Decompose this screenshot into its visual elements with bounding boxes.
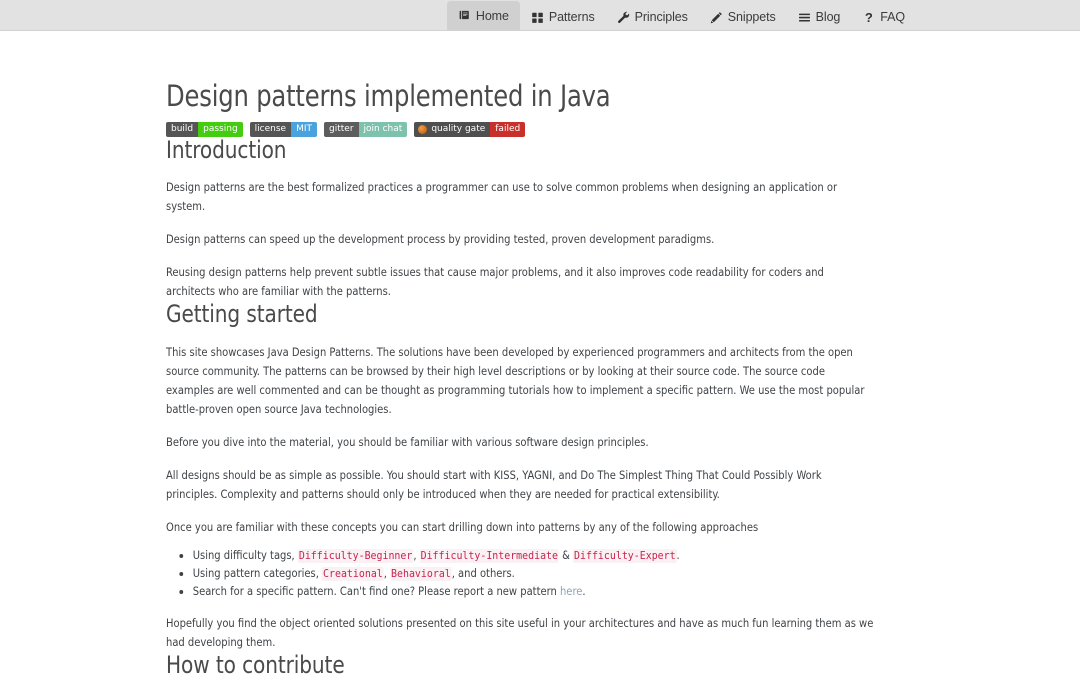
quality-gate-badge-right: failed bbox=[490, 121, 526, 137]
approaches-list: Using difficulty tags, Difficulty-Beginn… bbox=[166, 547, 875, 600]
quality-gate-badge[interactable]: quality gate failed bbox=[414, 121, 526, 137]
book-icon bbox=[458, 9, 471, 22]
page-title: Design patterns implemented in Java bbox=[166, 79, 611, 113]
bars-icon bbox=[798, 11, 811, 24]
nav-item-principles[interactable]: Principles bbox=[606, 4, 699, 30]
list-item-pattern-categories: Using pattern categories, Creational, Be… bbox=[193, 565, 875, 583]
wrench-icon bbox=[617, 11, 630, 24]
difficulty-suffix: . bbox=[676, 548, 680, 563]
getting-started-paragraph-1: This site showcases Java Design Patterns… bbox=[166, 345, 865, 417]
sonar-icon bbox=[418, 124, 428, 134]
grid-icon bbox=[531, 11, 544, 24]
nav-item-patterns[interactable]: Patterns bbox=[520, 4, 606, 30]
heading-getting-started: Getting started bbox=[166, 300, 318, 329]
badge-row: build passing license MIT gitter join ch… bbox=[166, 121, 908, 137]
heading-introduction: Introduction bbox=[166, 135, 287, 164]
content-column: Design patterns implemented in Java buil… bbox=[166, 31, 908, 680]
intro-paragraph-3: Reusing design patterns help prevent sub… bbox=[166, 265, 824, 299]
pencil-icon bbox=[710, 11, 723, 24]
nav-item-faq-label: FAQ bbox=[880, 10, 905, 24]
nav-item-principles-label: Principles bbox=[634, 10, 688, 24]
list-item-difficulty-tags: Using difficulty tags, Difficulty-Beginn… bbox=[193, 547, 875, 565]
nav-item-snippets-label: Snippets bbox=[727, 10, 776, 24]
quality-gate-badge-left-label: quality gate bbox=[431, 123, 486, 134]
tag-behavioral[interactable]: Behavioral bbox=[390, 567, 452, 582]
search-suffix: . bbox=[582, 584, 586, 599]
gitter-badge-right: join chat bbox=[358, 121, 408, 137]
nav-item-blog[interactable]: Blog bbox=[787, 4, 852, 30]
build-badge-left: build bbox=[166, 121, 199, 137]
nav-item-home[interactable]: Home bbox=[446, 1, 520, 30]
main-nav: Home Patterns Principles Snippets Blog ?… bbox=[446, 0, 916, 30]
license-badge[interactable]: license MIT bbox=[249, 121, 318, 137]
intro-paragraph-2: Design patterns can speed up the develop… bbox=[166, 232, 715, 247]
nav-item-blog-label: Blog bbox=[815, 10, 841, 24]
difficulty-sep-1: , bbox=[413, 548, 417, 563]
license-badge-right: MIT bbox=[291, 121, 318, 137]
build-badge[interactable]: build passing bbox=[166, 121, 243, 137]
gitter-badge[interactable]: gitter join chat bbox=[324, 121, 408, 137]
categories-sep-1: , bbox=[383, 566, 387, 581]
categories-prefix: Using pattern categories, bbox=[192, 566, 319, 581]
tag-difficulty-beginner[interactable]: Difficulty-Beginner bbox=[297, 549, 414, 564]
search-prefix: Search for a specific pattern. Can't fin… bbox=[192, 584, 557, 599]
heading-how-to-contribute: How to contribute bbox=[166, 651, 345, 680]
nav-item-patterns-label: Patterns bbox=[548, 10, 595, 24]
license-badge-left: license bbox=[249, 121, 292, 137]
closing-paragraph: Hopefully you find the object oriented s… bbox=[166, 616, 874, 650]
report-pattern-link[interactable]: here bbox=[560, 584, 582, 598]
tag-difficulty-expert[interactable]: Difficulty-Expert bbox=[573, 549, 677, 564]
nav-item-snippets[interactable]: Snippets bbox=[699, 4, 787, 30]
page-body: Design patterns implemented in Java buil… bbox=[0, 31, 1080, 680]
list-item-search: Search for a specific pattern. Can't fin… bbox=[193, 583, 875, 600]
tag-difficulty-intermediate[interactable]: Difficulty-Intermediate bbox=[419, 549, 559, 564]
difficulty-prefix: Using difficulty tags, bbox=[192, 548, 295, 563]
nav-item-faq[interactable]: ? FAQ bbox=[851, 4, 916, 30]
getting-started-paragraph-2: Before you dive into the material, you s… bbox=[166, 435, 649, 450]
quality-gate-badge-left: quality gate bbox=[414, 121, 491, 137]
question-icon: ? bbox=[864, 9, 873, 25]
top-navigation-bar: Home Patterns Principles Snippets Blog ?… bbox=[0, 0, 1080, 31]
categories-suffix: , and others. bbox=[451, 566, 515, 581]
getting-started-paragraph-3: All designs should be as simple as possi… bbox=[166, 468, 822, 502]
intro-paragraph-1: Design patterns are the best formalized … bbox=[166, 180, 838, 214]
tag-creational[interactable]: Creational bbox=[322, 567, 384, 582]
build-badge-right: passing bbox=[198, 121, 243, 137]
nav-item-home-label: Home bbox=[475, 8, 509, 23]
gitter-badge-left: gitter bbox=[324, 121, 359, 137]
difficulty-sep-2: & bbox=[562, 548, 570, 563]
getting-started-paragraph-4: Once you are familiar with these concept… bbox=[166, 520, 759, 535]
